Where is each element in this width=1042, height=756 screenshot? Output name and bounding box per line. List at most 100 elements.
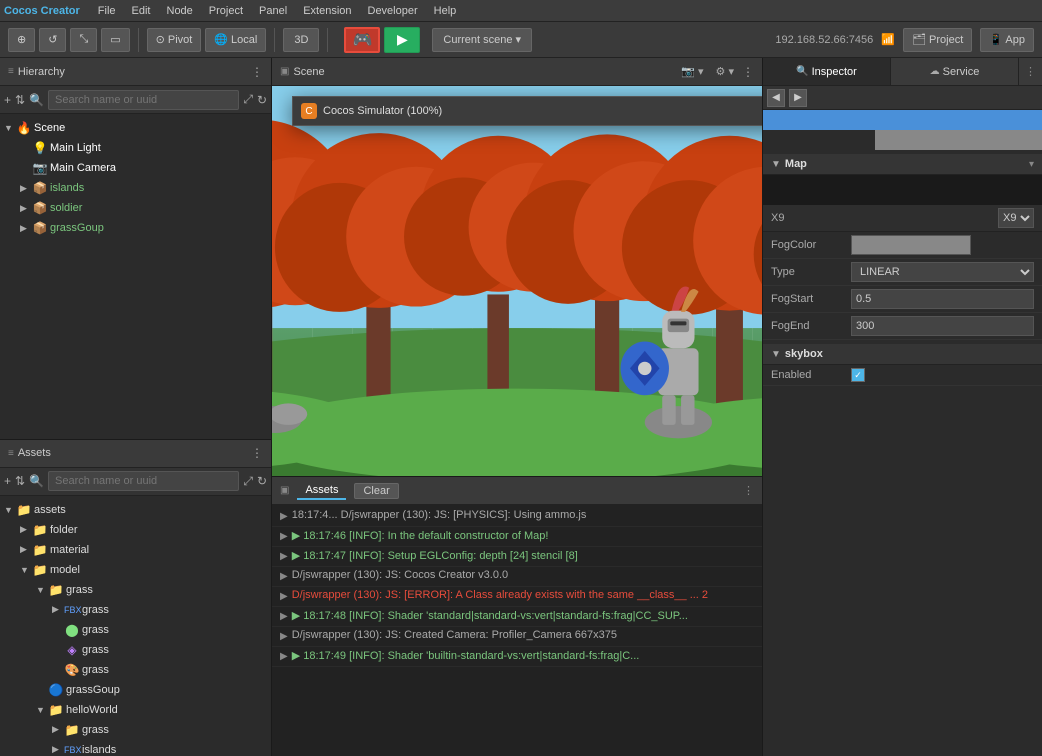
islands-fbx-arrow[interactable]: ▶ [52, 744, 64, 755]
tree-helloworld[interactable]: ▼ 📁 helloWorld [0, 700, 271, 720]
tool-move[interactable]: ⊕ [8, 28, 35, 52]
log-item-5[interactable]: ▶ ▶ 18:17:48 [INFO]: Shader 'standard|st… [272, 607, 762, 627]
scene-menu-icon[interactable]: ⋮ [742, 65, 754, 79]
camera-select[interactable]: 📷 ▾ [677, 63, 707, 80]
project-button[interactable]: 🗂 Project [903, 28, 972, 52]
tree-assets-root[interactable]: ▼ 📁 assets [0, 500, 271, 520]
grass-fbx-arrow[interactable]: ▶ [52, 604, 64, 615]
tree-main-camera[interactable]: 📷 Main Camera [0, 158, 271, 178]
bottom-menu-icon[interactable]: ⋮ [743, 484, 754, 497]
folder-arrow[interactable]: ▶ [20, 524, 32, 535]
material-arrow[interactable]: ▶ [20, 544, 32, 555]
assets-search-input[interactable] [48, 471, 239, 491]
tree-grass-folder[interactable]: ▼ 📁 grass [0, 580, 271, 600]
scene-arrow[interactable]: ▼ [4, 123, 16, 133]
scene-select[interactable]: Current scene ▾ [432, 28, 532, 52]
game-pad-button[interactable]: 🎮 [344, 27, 380, 53]
sort-assets-icon[interactable]: ⇅ [15, 474, 25, 488]
skybox-section-header: ▼ skybox [763, 344, 1042, 365]
skybox-arrow[interactable]: ▼ [771, 349, 781, 360]
tree-material[interactable]: ▶ 📁 material [0, 540, 271, 560]
log-item-4[interactable]: ▶ D/jswrapper (130): JS: [ERROR]: A Clas… [272, 587, 762, 607]
soldier-arrow[interactable]: ▶ [20, 203, 32, 214]
menu-help[interactable]: Help [426, 0, 465, 21]
log-item-6[interactable]: ▶ D/jswrapper (130): JS: Created Camera:… [272, 627, 762, 647]
hierarchy-search-input[interactable] [48, 90, 239, 110]
tree-grass-mesh[interactable]: ◈ grass [0, 640, 271, 660]
fog-end-input[interactable] [851, 316, 1034, 336]
nav-back[interactable]: ◀ [767, 89, 785, 107]
tree-grass-fbx[interactable]: ▶ FBX grass [0, 600, 271, 620]
tool-rect[interactable]: ▭ [101, 28, 129, 52]
menu-panel[interactable]: Panel [251, 0, 295, 21]
assets-tab[interactable]: Assets [297, 482, 346, 500]
simulator-window: C Cocos Simulator (100%) − □ ✕ [292, 96, 762, 126]
log-item-0[interactable]: ▶ 18:17:4... D/jswrapper (130): JS: [PHY… [272, 507, 762, 527]
tree-grassgoup[interactable]: ▶ 📦 grassGoup [0, 218, 271, 238]
x9-select[interactable]: X9 [998, 208, 1034, 228]
local-button[interactable]: 🌐 Local [205, 28, 266, 52]
add-asset-icon[interactable]: + [4, 474, 11, 488]
helloworld-label: helloWorld [66, 704, 118, 716]
3d-button[interactable]: 3D [283, 28, 319, 52]
tree-islands[interactable]: ▶ 📦 islands [0, 178, 271, 198]
x9-row: X9 X9 [763, 205, 1042, 232]
inspector-nav: ◀ ▶ [763, 86, 1042, 110]
tree-main-light[interactable]: 💡 Main Light [0, 138, 271, 158]
fog-start-input[interactable] [851, 289, 1034, 309]
hierarchy-menu-icon[interactable]: ⋮ [251, 65, 263, 79]
tool-rotate[interactable]: ↺ [39, 28, 66, 52]
expand-assets-icon[interactable]: ⤢ [243, 474, 253, 489]
menu-file[interactable]: File [90, 0, 124, 21]
grass-folder-arrow[interactable]: ▼ [36, 585, 48, 595]
model-arrow[interactable]: ▼ [20, 565, 32, 575]
tree-soldier[interactable]: ▶ 📦 soldier [0, 198, 271, 218]
enabled-row: Enabled ✓ [763, 365, 1042, 386]
expand-icon[interactable]: ⤢ [243, 92, 253, 107]
tool-scale[interactable]: ⤡ [70, 28, 97, 52]
pivot-button[interactable]: ⊙ Pivot [147, 28, 202, 52]
tab-inspector[interactable]: 🔍 Inspector [763, 58, 891, 85]
scene-settings[interactable]: ⚙ ▾ [712, 63, 738, 80]
log-item-1[interactable]: ▶ ▶ 18:17:46 [INFO]: In the default cons… [272, 527, 762, 547]
type-select[interactable]: LINEAR [851, 262, 1034, 282]
tree-folder[interactable]: ▶ 📁 folder [0, 520, 271, 540]
tree-grassgoup-prefab[interactable]: 🔵 grassGoup [0, 680, 271, 700]
helloworld-arrow[interactable]: ▼ [36, 705, 48, 715]
map-dropdown-icon[interactable]: ▾ [1029, 159, 1034, 170]
center-panel: ▣ Scene 📷 ▾ ⚙ ▾ ⋮ [272, 58, 762, 756]
enabled-checkbox[interactable]: ✓ [851, 368, 865, 382]
refresh-icon[interactable]: ↻ [257, 93, 267, 107]
assets-root-arrow[interactable]: ▼ [4, 505, 16, 515]
add-node-icon[interactable]: + [4, 93, 11, 107]
tree-islands-fbx[interactable]: ▶ FBX islands [0, 740, 271, 756]
menu-edit[interactable]: Edit [124, 0, 159, 21]
tree-hw-grass[interactable]: ▶ 📁 grass [0, 720, 271, 740]
menu-developer[interactable]: Developer [360, 0, 426, 21]
tree-grass-node[interactable]: ⬤ grass [0, 620, 271, 640]
log-item-3[interactable]: ▶ D/jswrapper (130): JS: Cocos Creator v… [272, 567, 762, 587]
refresh-assets-icon[interactable]: ↻ [257, 474, 267, 488]
islands-arrow[interactable]: ▶ [20, 183, 32, 194]
tree-model[interactable]: ▼ 📁 model [0, 560, 271, 580]
fog-color-picker[interactable] [851, 235, 971, 255]
inspector-menu-icon[interactable]: ⋮ [1019, 65, 1042, 78]
map-arrow[interactable]: ▼ [771, 159, 781, 170]
log-item-2[interactable]: ▶ ▶ 18:17:47 [INFO]: Setup EGLConfig: de… [272, 547, 762, 567]
tab-service[interactable]: ☁ Service [891, 58, 1019, 85]
assets-menu-icon[interactable]: ⋮ [251, 446, 263, 460]
clear-button[interactable]: Clear [354, 483, 398, 499]
sort-icon[interactable]: ⇅ [15, 93, 25, 107]
tree-grass-mat[interactable]: 🎨 grass [0, 660, 271, 680]
app-button[interactable]: 📱 App [980, 28, 1034, 52]
nav-forward[interactable]: ▶ [789, 89, 807, 107]
hw-grass-arrow[interactable]: ▶ [52, 724, 64, 735]
menu-extension[interactable]: Extension [295, 0, 359, 21]
grassgoup-arrow[interactable]: ▶ [20, 223, 32, 234]
menu-project[interactable]: Project [201, 0, 251, 21]
tree-scene[interactable]: ▼ 🔥 Scene [0, 118, 271, 138]
play-button[interactable]: ▶ [384, 27, 420, 53]
menu-node[interactable]: Node [159, 0, 201, 21]
log-item-7[interactable]: ▶ ▶ 18:17:49 [INFO]: Shader 'builtin-sta… [272, 647, 762, 667]
scene-controls: 📷 ▾ ⚙ ▾ ⋮ [677, 63, 754, 80]
